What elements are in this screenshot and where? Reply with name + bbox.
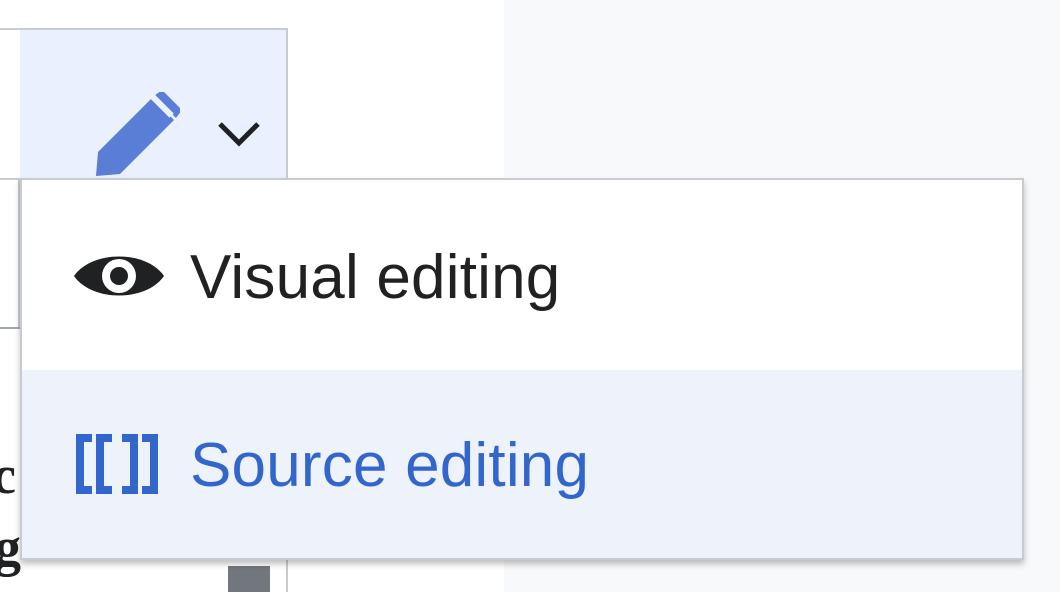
pencil-icon: [96, 92, 180, 176]
wikitext-brackets-icon: [76, 434, 158, 494]
article-text-fragment: g: [0, 517, 21, 577]
menu-item-label: Visual editing: [190, 243, 561, 312]
eye-icon: [74, 256, 164, 296]
panel-divider: [0, 327, 20, 329]
edit-dropdown-button[interactable]: [20, 30, 286, 178]
menu-item-visual-editing[interactable]: Visual editing: [22, 180, 1022, 370]
edit-mode-menu: Visual editing Source editing: [20, 178, 1024, 560]
scrollbar-thumb[interactable]: [228, 566, 270, 592]
menu-item-source-editing[interactable]: Source editing: [22, 370, 1022, 558]
chevron-down-icon: [218, 122, 260, 147]
article-text-fragment: c: [0, 445, 16, 505]
menu-item-label: Source editing: [190, 431, 590, 500]
